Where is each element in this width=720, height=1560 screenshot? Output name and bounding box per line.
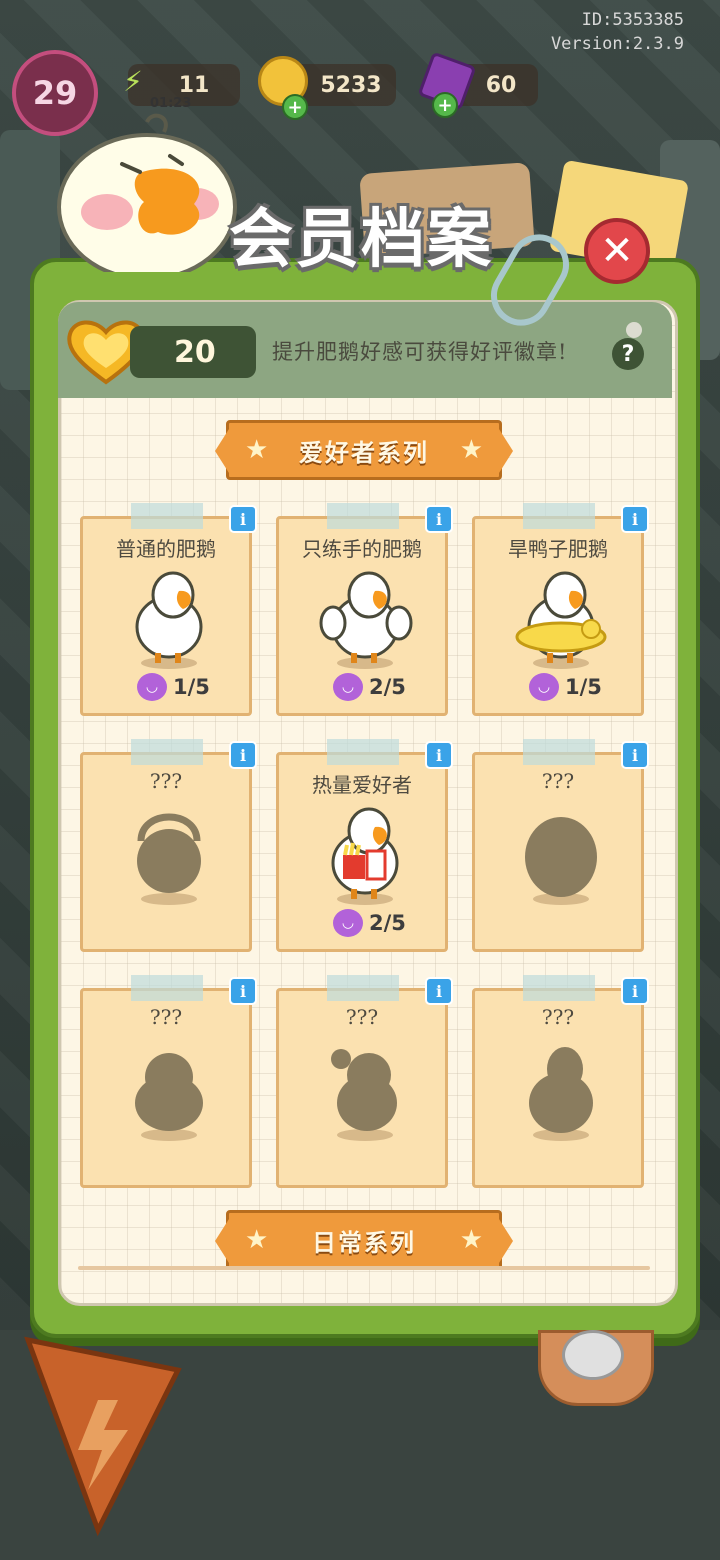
version-label: Version:2.3.9 [550,34,684,54]
member-card[interactable]: i??? [472,975,649,1188]
card-name: ??? [149,769,183,793]
add-coins-button[interactable]: + [282,94,308,120]
card-progress: ◡ 2/5 [333,909,406,937]
top-hud: ID:5353385 Version:2.3.9 29 11 ⚡ 01:23 5… [0,0,720,136]
bolt-decoration [562,1330,624,1380]
card-name: 只练手的肥鹅 [302,537,422,561]
duck-character-icon [515,571,607,669]
star-icon: ★ [245,1225,269,1255]
favor-hint: 提升肥鹅好感可获得好评徽章! [272,340,568,364]
card-name: ??? [541,1005,575,1029]
member-card[interactable]: i 热量爱好者 ◡ 2/5 [276,739,453,952]
locked-silhouette-icon [525,817,597,905]
section-title: 爱好者系列 [299,437,429,467]
card-progress: ◡ 2/5 [333,673,406,701]
card-name: ??? [149,1005,183,1029]
gems-value: 60 [485,72,517,98]
duck-character-icon [331,807,399,905]
purple-heart-icon: ◡ [529,673,559,701]
member-card[interactable]: i 普通的肥鹅 ◡ 1/5 [80,503,257,716]
star-icon: ★ [459,1225,483,1255]
member-card[interactable]: i 旱鸭子肥鹅 ◡ 1/5 [472,503,649,716]
card-progress: ◡ 1/5 [529,673,602,701]
progress-value: 2/5 [369,911,406,935]
section-title: 日常系列 [312,1227,416,1257]
info-icon[interactable]: i [621,505,649,533]
purple-heart-icon: ◡ [333,909,363,937]
card-name: 普通的肥鹅 [116,537,216,561]
help-button[interactable]: ? [612,338,644,370]
close-icon: ✕ [600,228,634,274]
section-ribbon-fans: ★ 爱好者系列 ★ [215,420,513,480]
card-name: ??? [541,769,575,793]
member-card[interactable]: i 只练手的肥鹅 ◡ 2/5 [276,503,453,716]
member-card[interactable]: i??? [80,975,257,1188]
locked-silhouette-icon [137,813,201,905]
tape-decoration [523,975,595,1001]
favor-count: 20 [174,334,216,370]
tape-decoration [131,503,203,529]
info-icon[interactable]: i [621,977,649,1005]
coins-value: 5233 [320,72,382,98]
level-value: 29 [32,74,78,112]
info-icon[interactable]: i [621,741,649,769]
favor-count-box: 20 [130,326,256,378]
duck-character-icon [135,571,203,669]
member-card[interactable]: i??? [472,739,649,952]
locked-silhouette-icon [529,1047,593,1141]
info-icon[interactable]: i [229,741,257,769]
duck-character-icon [319,571,413,669]
tape-decoration [327,739,399,765]
member-card[interactable]: i??? [80,739,257,952]
energy-value: 11 [178,72,210,98]
energy-timer: 01:23 [150,96,192,111]
card-name: 旱鸭子肥鹅 [508,537,608,561]
info-icon[interactable]: i [425,977,453,1005]
star-icon: ★ [245,435,269,465]
tape-decoration [131,975,203,1001]
purple-heart-icon: ◡ [137,673,167,701]
info-icon[interactable]: i [229,505,257,533]
tape-decoration [131,739,203,765]
lightning-shield-icon [24,1336,182,1537]
user-id: ID:5353385 [581,10,684,30]
tape-decoration [523,739,595,765]
tape-decoration [327,975,399,1001]
card-name: ??? [345,1005,379,1029]
purple-heart-icon: ◡ [333,673,363,701]
member-card[interactable]: i??? [276,975,453,1188]
dialog-title: 会员档案 [229,203,493,277]
card-progress: ◡ 1/5 [137,673,210,701]
add-gems-button[interactable]: + [432,92,458,118]
section-ribbon-daily: ★ 日常系列 ★ [215,1210,513,1270]
close-button[interactable]: ✕ [584,218,650,284]
help-label: ? [621,341,635,367]
tape-decoration [523,503,595,529]
version-info: ID:5353385 Version:2.3.9 [551,8,684,56]
help-dot-decoration [626,322,642,338]
progress-value: 1/5 [565,675,602,699]
info-icon[interactable]: i [425,741,453,769]
info-icon[interactable]: i [425,505,453,533]
star-icon: ★ [459,435,483,465]
progress-value: 2/5 [369,675,406,699]
tape-decoration [327,503,399,529]
info-icon[interactable]: i [229,977,257,1005]
section-divider [78,1266,650,1270]
progress-value: 1/5 [173,675,210,699]
locked-silhouette-icon [135,1053,203,1141]
locked-silhouette-icon [331,1049,397,1141]
card-name: 热量爱好者 [312,773,412,797]
